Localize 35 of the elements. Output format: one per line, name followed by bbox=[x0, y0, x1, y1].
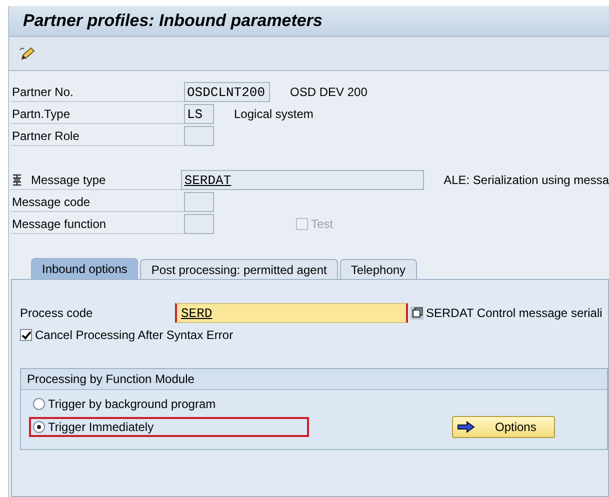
copy-icon[interactable] bbox=[410, 306, 424, 320]
field-label: Partner Role bbox=[11, 128, 80, 142]
input-field[interactable] bbox=[184, 192, 214, 212]
field-label: Message function bbox=[11, 216, 106, 230]
tab[interactable]: Inbound options bbox=[31, 258, 138, 279]
field-label: Process code bbox=[20, 306, 94, 320]
field-description: SERDAT Control message seriali bbox=[426, 306, 602, 320]
input-field[interactable]: LS bbox=[184, 104, 214, 124]
input-field[interactable]: SERDAT bbox=[181, 170, 424, 190]
tab[interactable]: Post processing: permitted agent bbox=[140, 259, 338, 279]
arrow-icon bbox=[457, 421, 475, 433]
input-field[interactable]: OSDCLNT200 bbox=[184, 82, 270, 102]
group-title: Processing by Function Module bbox=[21, 369, 607, 390]
field-description: OSD DEV 200 bbox=[290, 85, 368, 99]
radio-label: Trigger Immediately bbox=[48, 420, 154, 434]
radio-button[interactable] bbox=[33, 398, 45, 410]
options-button[interactable]: Options bbox=[452, 416, 555, 438]
field-label: Partn.Type bbox=[11, 106, 70, 120]
pencil-icon[interactable] bbox=[19, 46, 35, 62]
checkbox-label: Cancel Processing After Syntax Error bbox=[35, 328, 234, 342]
input-field[interactable]: SERD bbox=[175, 303, 408, 323]
field-label: Message code bbox=[11, 194, 90, 208]
field-description: Logical system bbox=[234, 107, 314, 121]
field-label: Partner No. bbox=[11, 84, 74, 98]
field-label: Message type bbox=[30, 172, 106, 186]
checkbox-label: Test bbox=[311, 217, 334, 231]
radio-button[interactable] bbox=[33, 421, 45, 433]
tab[interactable]: Telephony bbox=[340, 259, 417, 279]
input-field[interactable] bbox=[184, 214, 214, 234]
checkbox[interactable] bbox=[20, 329, 32, 341]
field-description: ALE: Serialization using messa bbox=[444, 173, 609, 187]
window-title: Partner profiles: Inbound parameters bbox=[9, 6, 609, 37]
hierarchy-icon bbox=[12, 174, 22, 186]
input-field[interactable] bbox=[184, 126, 214, 146]
radio-label: Trigger by background program bbox=[48, 397, 216, 411]
